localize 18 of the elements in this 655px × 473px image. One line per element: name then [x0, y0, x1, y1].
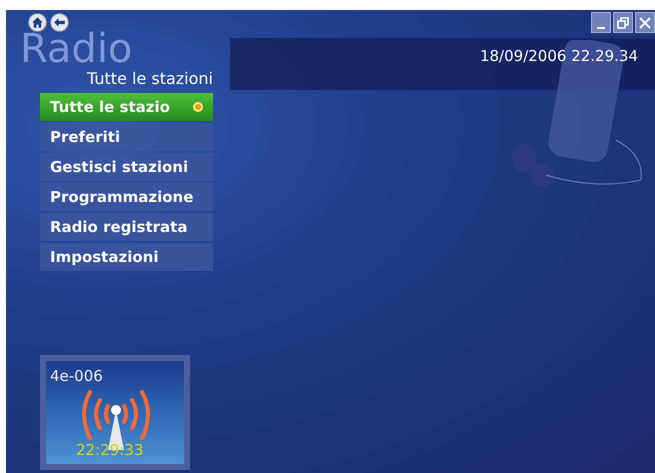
page-title: Radio	[20, 33, 132, 66]
minimize-icon	[597, 26, 605, 28]
restore-icon	[617, 16, 629, 28]
menu-item[interactable]: Radio registrata	[40, 213, 213, 241]
menu-item[interactable]: Impostazioni	[40, 243, 213, 271]
section-title: Tutte le stazioni	[87, 68, 213, 90]
menu-item[interactable]: Programmazione	[40, 183, 213, 211]
home-icon[interactable]	[28, 13, 47, 32]
close-icon	[639, 16, 651, 28]
close-button[interactable]	[635, 12, 655, 33]
back-icon[interactable]	[50, 13, 69, 32]
playback-time: 22:29:33	[76, 440, 144, 460]
menu-item[interactable]: Gestisci stazioni	[40, 153, 213, 181]
station-name: 4e-006	[50, 366, 103, 387]
menu-item[interactable]: Preferiti	[40, 123, 213, 151]
date-time: 18/09/2006 22.29.34	[480, 46, 638, 67]
minimize-button[interactable]	[591, 12, 611, 33]
restore-button[interactable]	[613, 12, 633, 33]
